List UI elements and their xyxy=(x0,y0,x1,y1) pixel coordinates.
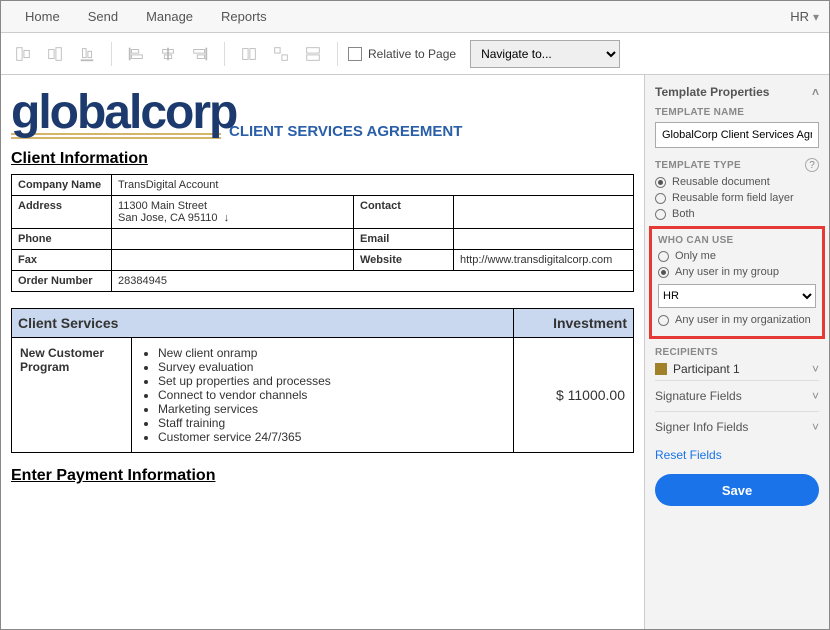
checkbox-icon[interactable] xyxy=(348,47,362,61)
relative-to-page[interactable]: Relative to Page xyxy=(348,47,456,61)
panel-header[interactable]: Template Properties ˄ xyxy=(655,85,819,99)
services-list: New client onramp Survey evaluation Set … xyxy=(140,346,505,444)
client-info-table: Company Name TransDigital Account Addres… xyxy=(11,174,634,292)
who-only-me[interactable]: Only me xyxy=(658,250,816,262)
reset-fields-link[interactable]: Reset Fields xyxy=(655,448,722,462)
group-select[interactable]: HR xyxy=(658,284,816,308)
size-tool-3[interactable] xyxy=(299,40,327,68)
who-can-use-label: WHO CAN USE xyxy=(658,235,816,246)
who-can-use-box: WHO CAN USE Only me Any user in my group… xyxy=(649,226,825,339)
align-tool-1[interactable] xyxy=(9,40,37,68)
size-tool-1[interactable] xyxy=(235,40,263,68)
template-name-input[interactable] xyxy=(655,122,819,148)
type-both[interactable]: Both xyxy=(655,208,819,220)
align-tool-6[interactable] xyxy=(186,40,214,68)
doc-title: CLIENT SERVICES AGREEMENT xyxy=(229,123,634,140)
section-payment: Enter Payment Information xyxy=(11,467,634,485)
align-tool-5[interactable] xyxy=(154,40,182,68)
menu-reports[interactable]: Reports xyxy=(207,3,281,30)
chevron-down-icon: ˅ xyxy=(812,362,819,376)
type-reusable-doc[interactable]: Reusable document xyxy=(655,176,819,188)
document-canvas[interactable]: globalcorp CLIENT SERVICES AGREEMENT Cli… xyxy=(1,75,644,629)
template-type-label: TEMPLATE TYPE xyxy=(655,160,741,171)
navigate-select[interactable]: Navigate to... xyxy=(470,40,620,68)
signature-fields-accordion[interactable]: Signature Fields˅ xyxy=(655,380,819,411)
recipient-row[interactable]: Participant 1 ˅ xyxy=(655,362,819,376)
template-name-label: TEMPLATE NAME xyxy=(655,107,819,118)
menubar: Home Send Manage Reports HR▾ xyxy=(1,1,829,33)
section-client-info: Client Information xyxy=(11,150,634,168)
who-my-group[interactable]: Any user in my group xyxy=(658,266,816,278)
recipients-label: RECIPIENTS xyxy=(655,347,819,358)
chevron-down-icon: ˅ xyxy=(812,389,819,403)
participant-swatch xyxy=(655,363,667,375)
align-tool-3[interactable] xyxy=(73,40,101,68)
menu-home[interactable]: Home xyxy=(11,3,74,30)
properties-panel: Template Properties ˄ TEMPLATE NAME TEMP… xyxy=(644,75,829,629)
align-tool-4[interactable] xyxy=(122,40,150,68)
user-menu[interactable]: HR▾ xyxy=(790,9,819,24)
chevron-up-icon: ˄ xyxy=(812,85,819,99)
size-tool-2[interactable] xyxy=(267,40,295,68)
type-reusable-form[interactable]: Reusable form field layer xyxy=(655,192,819,204)
menu-send[interactable]: Send xyxy=(74,3,132,30)
save-button[interactable]: Save xyxy=(655,474,819,506)
help-icon[interactable]: ? xyxy=(805,158,819,172)
services-table: Client Services Investment New Customer … xyxy=(11,308,634,453)
menu-manage[interactable]: Manage xyxy=(132,3,207,30)
align-tool-2[interactable] xyxy=(41,40,69,68)
toolbar: Relative to Page Navigate to... xyxy=(1,33,829,75)
chevron-down-icon: ˅ xyxy=(812,420,819,434)
who-my-org[interactable]: Any user in my organization xyxy=(658,314,816,326)
signer-info-accordion[interactable]: Signer Info Fields˅ xyxy=(655,411,819,442)
chevron-down-icon: ▾ xyxy=(813,10,819,24)
